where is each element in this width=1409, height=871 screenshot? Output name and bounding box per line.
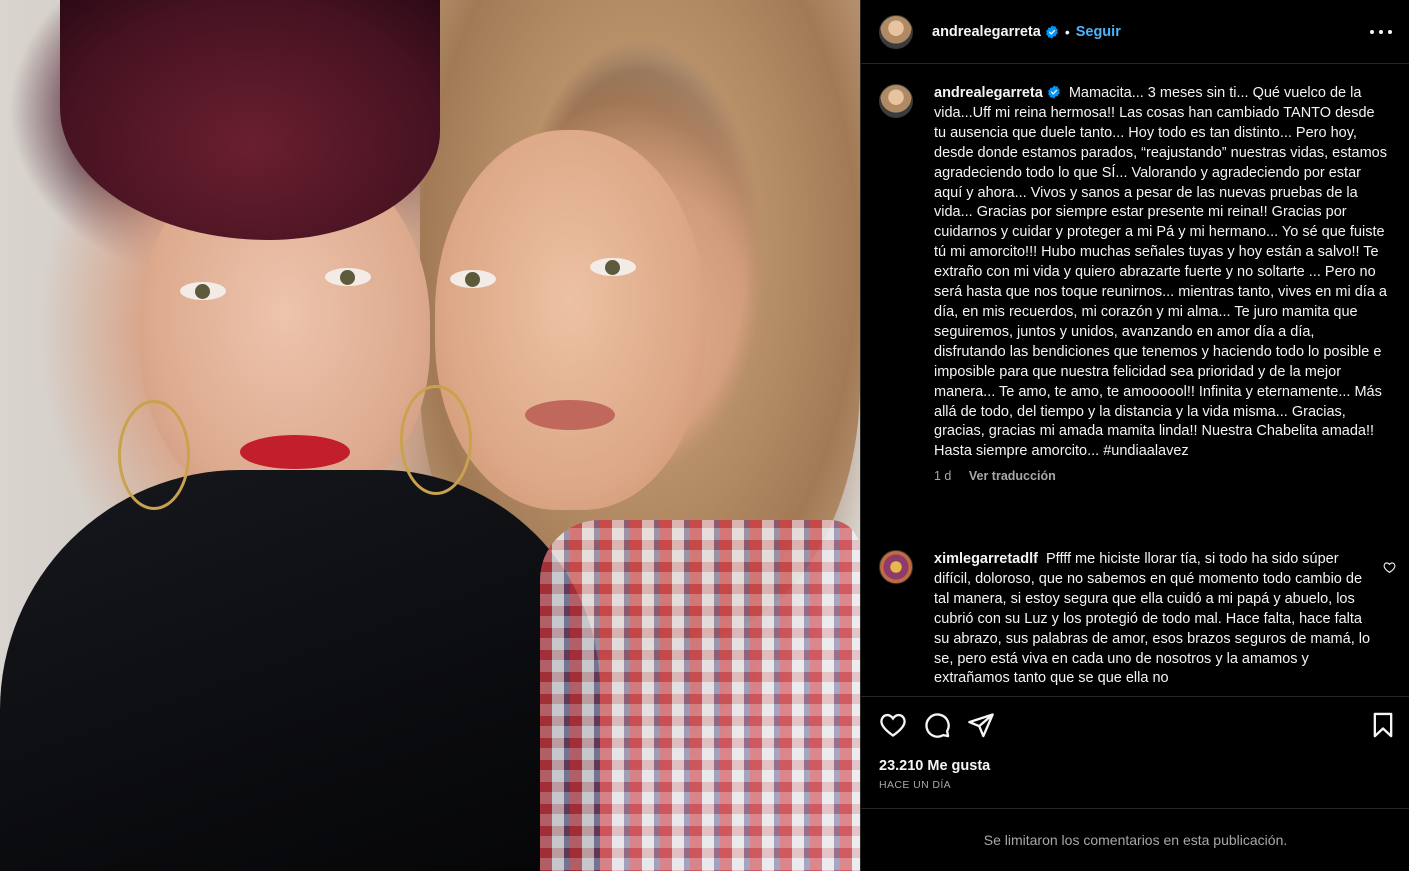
comment-like-heart-icon[interactable] [1383, 561, 1396, 574]
verified-badge-icon [1047, 85, 1060, 99]
photo-face-right [435, 130, 705, 510]
comments-limited-notice: Se limitaron los comentarios en esta pub… [861, 808, 1409, 871]
photo-eye [180, 282, 226, 300]
commenter-avatar[interactable] [879, 550, 913, 584]
photo-eye [590, 258, 636, 276]
comment-body: ximlegarretadlf Pffff me hiciste llorar … [934, 550, 1374, 689]
verified-badge-icon [1045, 24, 1058, 39]
photo-eye [450, 270, 496, 288]
heart-icon[interactable] [879, 711, 907, 739]
comments-scroll-area[interactable]: andrealegarreta Mamacita... 3 meses sin … [861, 64, 1409, 696]
comment-item: ximlegarretadlf Pffff me hiciste llorar … [879, 550, 1374, 689]
author-avatar[interactable] [879, 14, 913, 49]
comment-text: Pffff me hiciste llorar tía, si todo ha … [934, 551, 1371, 687]
photo-eye [325, 268, 371, 286]
paper-plane-icon[interactable] [967, 711, 995, 739]
translate-link[interactable]: Ver traducción [969, 469, 1056, 483]
photo-plaid-shirt [540, 520, 860, 871]
post-details-panel: andrealegarreta • Seguir andrealegarreta… [860, 0, 1409, 871]
caption-meta: 1 d Ver traducción [934, 467, 1389, 487]
post-timestamp: HACE UN DÍA [879, 779, 952, 791]
caption-text: Mamacita... 3 meses sin ti... Qué vuelco… [934, 85, 1387, 460]
photo-earring [400, 385, 472, 495]
more-options-icon[interactable] [1370, 22, 1392, 42]
photo-lips [525, 400, 615, 430]
post-header: andrealegarreta • Seguir [861, 0, 1409, 64]
header-separator: • [1064, 23, 1070, 40]
photo-earring [118, 400, 190, 510]
post-actions: 23.210 Me gusta HACE UN DÍA [861, 696, 1409, 808]
comment-icon[interactable] [923, 711, 951, 739]
author-info: andrealegarreta • Seguir [932, 24, 1121, 40]
follow-button[interactable]: Seguir [1076, 24, 1121, 40]
caption-body: andrealegarreta Mamacita... 3 meses sin … [934, 84, 1389, 487]
caption-username[interactable]: andrealegarreta [934, 85, 1043, 101]
post-photo [0, 0, 860, 871]
photo-coat [0, 470, 600, 871]
likes-count[interactable]: 23.210 Me gusta [879, 758, 990, 774]
photo-lips [240, 435, 350, 469]
author-username[interactable]: andrealegarreta [932, 24, 1041, 40]
caption-author-avatar[interactable] [879, 84, 913, 118]
photo-hair-left [60, 0, 440, 240]
commenter-username[interactable]: ximlegarretadlf [934, 551, 1038, 567]
post-caption: andrealegarreta Mamacita... 3 meses sin … [879, 84, 1389, 487]
bookmark-icon[interactable] [1369, 711, 1397, 739]
caption-age: 1 d [934, 469, 952, 484]
